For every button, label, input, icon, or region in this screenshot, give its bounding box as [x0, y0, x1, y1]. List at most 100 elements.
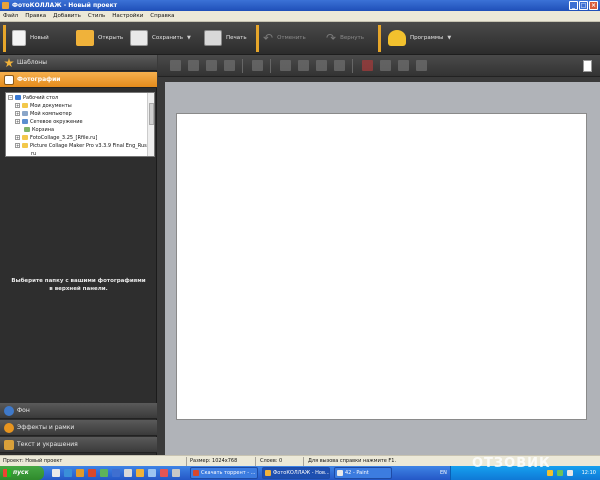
print-button-label: Печать: [226, 35, 247, 41]
quicklaunch-desktop-icon[interactable]: [52, 469, 60, 477]
quicklaunch-app-icon[interactable]: [148, 469, 156, 477]
quicklaunch-media-icon[interactable]: [76, 469, 84, 477]
programs-dropdown-icon[interactable]: ▼: [447, 35, 451, 41]
quicklaunch-app-icon[interactable]: [160, 469, 168, 477]
close-button[interactable]: ×: [589, 1, 598, 10]
edit-toolbar: [158, 55, 600, 77]
scrollbar-thumb[interactable]: [149, 103, 154, 125]
collapse-icon[interactable]: −: [8, 95, 13, 100]
tree-item[interactable]: + Picture Collage Maker Pro v3.3.9 Final …: [15, 142, 147, 150]
folder-tree[interactable]: − Рабочий стол + Мои документы + Мой компью…: [5, 92, 155, 157]
bring-forward-icon[interactable]: [188, 60, 199, 71]
maximize-button[interactable]: □: [579, 1, 588, 10]
speaker-icon[interactable]: [567, 470, 573, 476]
tree-scrollbar[interactable]: [147, 93, 154, 156]
quicklaunch-app-icon[interactable]: [124, 469, 132, 477]
tree-item[interactable]: + FotoCollage_3.25_[Rfile.ru]: [15, 134, 97, 142]
undo-button[interactable]: ↶ Отменить: [263, 27, 306, 49]
tree-item[interactable]: ru: [31, 150, 36, 156]
flip-vertical-icon[interactable]: [334, 60, 345, 71]
delete-icon[interactable]: [362, 60, 373, 71]
window-controls: _ □ ×: [569, 1, 598, 10]
rotate-right-icon[interactable]: [298, 60, 309, 71]
menu-help[interactable]: Справка: [150, 13, 174, 19]
effects-icon: [4, 423, 14, 433]
background-icon: [4, 406, 14, 416]
send-backward-icon[interactable]: [206, 60, 217, 71]
menu-edit[interactable]: Правка: [25, 13, 46, 19]
quicklaunch-app-icon[interactable]: [136, 469, 144, 477]
templates-label: Шаблоны: [17, 59, 47, 66]
tree-item[interactable]: + Мои документы: [15, 102, 72, 110]
tree-item[interactable]: Корзина: [24, 126, 54, 134]
expand-icon[interactable]: +: [15, 111, 20, 116]
main-toolbar: Новый Открыть Сохранить ▼ Печать ↶ Отмен…: [0, 22, 600, 55]
menu-add[interactable]: Добавить: [53, 13, 81, 19]
tree-item[interactable]: + Мой компьютер: [15, 110, 72, 118]
hint-line-2: в верхней панели.: [49, 286, 108, 292]
expand-icon[interactable]: +: [15, 143, 20, 148]
menu-file[interactable]: Файл: [3, 13, 18, 19]
canvas-workspace[interactable]: [165, 82, 600, 455]
quicklaunch-app-icon[interactable]: [112, 469, 120, 477]
minimize-button[interactable]: _: [569, 1, 578, 10]
quicklaunch-opera-icon[interactable]: [88, 469, 96, 477]
photos-section-header[interactable]: Фотографии: [0, 72, 157, 88]
redo-button[interactable]: ↷ Вернуть: [326, 27, 364, 49]
browser-icon: [193, 470, 199, 476]
tray-icon[interactable]: [557, 470, 563, 476]
new-button-label: Новый: [30, 35, 49, 41]
collage-page[interactable]: [176, 113, 587, 420]
save-dropdown-icon[interactable]: ▼: [187, 35, 191, 41]
toolbar-separator: [378, 25, 381, 52]
start-button[interactable]: пуск: [0, 466, 44, 480]
templates-section-header[interactable]: Шаблоны: [0, 55, 157, 71]
align-icon[interactable]: [252, 60, 263, 71]
redo-arrow-icon: ↷: [326, 31, 337, 45]
toolbar-separator: [3, 25, 6, 52]
crop-icon[interactable]: [380, 60, 391, 71]
toolbar-separator: [256, 25, 259, 52]
menu-settings[interactable]: Настройки: [112, 13, 143, 19]
effects-section-header[interactable]: Эффекты и рамки: [0, 420, 157, 436]
open-button[interactable]: Открыть: [76, 27, 123, 49]
rotate-left-icon[interactable]: [280, 60, 291, 71]
expand-icon[interactable]: +: [15, 103, 20, 108]
taskbar-item-browser[interactable]: Скачать торрент - ...: [190, 467, 258, 479]
taskbar-item-label: Скачать торрент - ...: [201, 470, 256, 476]
quicklaunch-ie-icon[interactable]: [64, 469, 72, 477]
quicklaunch-app-icon[interactable]: [100, 469, 108, 477]
send-back-icon[interactable]: [224, 60, 235, 71]
status-layers: Слоев: 0: [260, 458, 283, 464]
recycle-bin-icon: [24, 127, 30, 132]
taskbar-item-paint[interactable]: 42 - Paint: [334, 467, 392, 479]
tree-item-label: Корзина: [32, 127, 55, 133]
expand-icon[interactable]: +: [15, 119, 20, 124]
tree-item-label: Мои документы: [30, 103, 72, 109]
bring-front-icon[interactable]: [170, 60, 181, 71]
save-button[interactable]: Сохранить ▼: [130, 27, 191, 49]
background-section-header[interactable]: Фон: [0, 403, 157, 419]
status-project: Проект: Новый проект: [3, 458, 63, 464]
page-icon[interactable]: [583, 60, 592, 72]
text-t-icon: [4, 440, 14, 450]
programs-button[interactable]: Программы ▼: [388, 27, 451, 49]
clock: 12:10: [581, 470, 596, 476]
adjust-icon[interactable]: [416, 60, 427, 71]
tree-item[interactable]: + Сетевое окружение: [15, 118, 83, 126]
properties-gear-icon[interactable]: [398, 60, 409, 71]
folder-icon: [22, 103, 28, 108]
taskbar-item-label: 42 - Paint: [345, 470, 369, 476]
menu-style[interactable]: Стиль: [88, 13, 105, 19]
quicklaunch-app-icon[interactable]: [172, 469, 180, 477]
language-indicator[interactable]: EN: [440, 466, 447, 480]
flip-horizontal-icon[interactable]: [316, 60, 327, 71]
expand-icon[interactable]: +: [15, 135, 20, 140]
taskbar-item-fotocollage[interactable]: ФотоКОЛЛАЖ - Нов...: [262, 467, 330, 479]
text-section-header[interactable]: Текст и украшения: [0, 437, 157, 453]
tree-item[interactable]: − Рабочий стол: [8, 94, 58, 102]
status-size: Размер: 1024x768: [190, 458, 238, 464]
print-button[interactable]: Печать: [204, 27, 247, 49]
hint-line-1: Выберите папку с вашими фотографиями: [11, 278, 146, 284]
new-button[interactable]: Новый: [12, 27, 49, 49]
